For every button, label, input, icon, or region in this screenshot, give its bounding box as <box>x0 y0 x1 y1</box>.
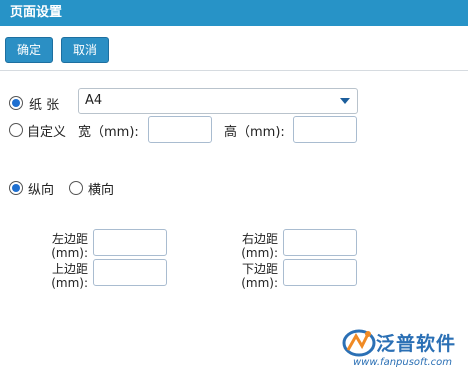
paper-label: 纸 张 <box>29 98 60 113</box>
window-title: 页面设置 <box>0 0 468 26</box>
brand-logo-icon <box>342 329 376 357</box>
portrait-radio[interactable] <box>9 181 23 195</box>
paper-preset-radio[interactable] <box>9 96 23 110</box>
paper-custom-radio[interactable] <box>9 123 23 137</box>
toolbar: 确定 取消 <box>0 26 468 71</box>
right-margin-input[interactable] <box>283 229 357 256</box>
bottom-margin-label: 下边距 (mm): <box>241 262 278 290</box>
brand-logo: 泛普软件 www.fanpusoft.com <box>340 325 465 371</box>
brand-url: www.fanpusoft.com <box>352 357 453 368</box>
landscape-label: 横向 <box>88 183 115 198</box>
width-input[interactable] <box>148 116 212 143</box>
height-input[interactable] <box>293 116 357 143</box>
bottom-margin-input[interactable] <box>283 259 357 286</box>
chevron-down-icon <box>340 98 350 104</box>
top-margin-label: 上边距 (mm): <box>51 262 88 290</box>
confirm-button[interactable]: 确定 <box>5 37 53 63</box>
right-margin-label: 右边距 (mm): <box>241 232 278 260</box>
portrait-label: 纵向 <box>28 183 55 198</box>
paper-size-select[interactable]: A4 <box>78 88 358 114</box>
custom-label: 自定义 <box>27 125 67 140</box>
height-label: 高（mm): <box>224 125 285 140</box>
width-label: 宽（mm): <box>78 125 139 140</box>
left-margin-label: 左边距 (mm): <box>51 232 88 260</box>
left-margin-input[interactable] <box>93 229 167 256</box>
landscape-radio[interactable] <box>69 181 83 195</box>
paper-size-value: A4 <box>85 93 103 108</box>
brand-name: 泛普软件 <box>376 333 457 355</box>
cancel-button[interactable]: 取消 <box>61 37 109 63</box>
top-margin-input[interactable] <box>93 259 167 286</box>
